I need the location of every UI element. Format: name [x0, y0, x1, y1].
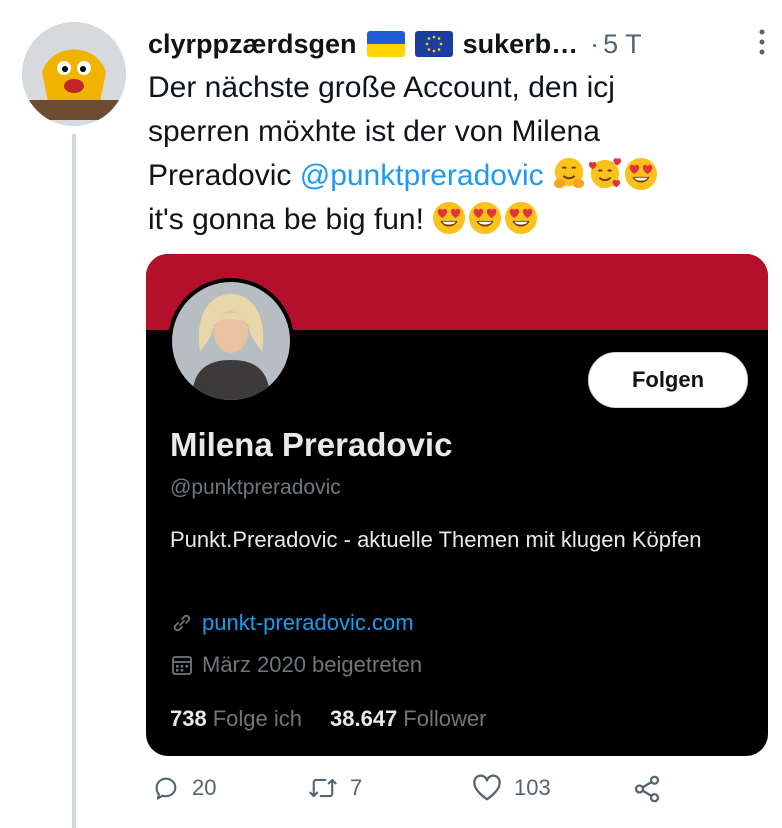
retweet-count: 7 [350, 775, 363, 800]
stats-row: 738 Folge ich 38.647 Follower [170, 706, 486, 732]
mention-link[interactable]: @punktpreradovic [300, 159, 544, 192]
share-icon [634, 775, 660, 803]
tweet-header: clyrppzærdsgen sukerb… · 5 T [148, 24, 762, 64]
eu-flag-icon [414, 31, 453, 57]
profile-photo-icon [172, 282, 290, 400]
author-handle[interactable]: sukerb… [463, 29, 579, 60]
tweet-line-4-text: it's gonna be big fun! [148, 203, 433, 236]
tweet-line-3: Preradovic @punktpreradovic [148, 154, 758, 198]
heart-eyes-emoji [504, 201, 538, 235]
separator-dot: · [590, 28, 600, 59]
follow-button[interactable]: Folgen [588, 352, 748, 408]
heart-eyes-emoji [432, 201, 466, 235]
reply-icon [155, 777, 177, 800]
followers-count[interactable]: 38.647 [330, 706, 397, 732]
following-label[interactable]: Folge ich [213, 706, 302, 732]
thread-line [72, 134, 76, 828]
profile-avatar[interactable] [168, 278, 294, 404]
avatar-image-icon [22, 22, 126, 126]
link-icon [173, 614, 191, 632]
like-icon [473, 774, 501, 801]
tweet-line-3-text: Preradovic [148, 159, 300, 192]
tweet-line-2: sperren möxhte ist der von Milena [148, 115, 600, 148]
reply-count: 20 [192, 775, 217, 800]
joined-row: März 2020 beigetreten [170, 652, 422, 678]
tweet-time[interactable]: 5 T [603, 29, 642, 60]
ukraine-flag-icon [366, 31, 405, 57]
more-icon[interactable] [758, 28, 766, 61]
profile-card[interactable]: Folgen Milena Preradovic @punktpreradovi… [146, 254, 768, 756]
calendar-icon [172, 656, 192, 675]
author-name[interactable]: clyrppzærdsgen [148, 29, 357, 60]
tweet-text: Der nächste große Account, den icj sperr… [148, 66, 758, 242]
share-button[interactable] [632, 774, 662, 804]
website-row[interactable]: punkt-preradovic.com [170, 610, 414, 636]
retweet-button[interactable]: 7 [308, 774, 362, 802]
retweet-icon [309, 778, 337, 798]
following-count[interactable]: 738 [170, 706, 207, 732]
followers-label[interactable]: Follower [403, 706, 486, 732]
website-link[interactable]: punkt-preradovic.com [202, 610, 414, 636]
like-button[interactable]: 103 [472, 774, 551, 802]
tweet-line-1: Der nächste große Account, den icj [148, 71, 615, 104]
author-avatar[interactable] [22, 22, 126, 126]
tweet-line-4: it's gonna be big fun! [148, 198, 758, 242]
hugging-emoji [553, 157, 585, 189]
tweet-actions: 20 7 103 [148, 774, 708, 814]
profile-handle[interactable]: @punktpreradovic [170, 476, 341, 500]
profile-name[interactable]: Milena Preradovic [170, 426, 452, 464]
smiling-hearts-emoji [588, 158, 622, 189]
heart-eyes-emoji [468, 201, 502, 235]
heart-eyes-emoji [624, 157, 658, 191]
reply-button[interactable]: 20 [152, 774, 216, 802]
joined-date: März 2020 beigetreten [202, 652, 423, 677]
like-count: 103 [514, 775, 551, 800]
profile-bio: Punkt.Preradovic - aktuelle Themen mit k… [170, 527, 702, 552]
